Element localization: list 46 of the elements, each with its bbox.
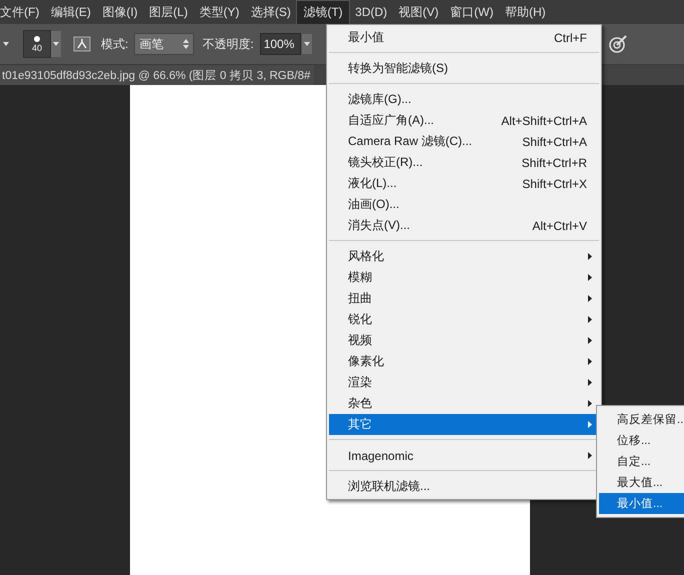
caret-icon [53,42,59,46]
menu-item[interactable]: 液化(L)... Shift+Ctrl+X [327,173,601,194]
menu-item[interactable]: 渲染 [327,372,601,393]
menu-item[interactable]: 位移... [597,430,684,451]
caret-icon [304,42,310,46]
menu-item[interactable]: 转换为智能滤镜(S) [327,58,601,79]
menu-item[interactable]: 锐化 [327,309,601,330]
menu-item[interactable]: 类型(Y) [193,0,246,24]
menu-item[interactable]: 视图(V) [392,0,445,24]
menu-item[interactable]: 消失点(V)... Alt+Ctrl+V [327,215,601,236]
menu-item[interactable]: 视频 [327,330,601,351]
menu-item[interactable]: 扭曲 [327,288,601,309]
menu-item[interactable]: 图像(I) [96,0,144,24]
menu-item[interactable]: 模糊 [327,267,601,288]
menu-item[interactable]: 选择(S) [244,0,297,24]
menu-item[interactable]: 编辑(E) [44,0,97,24]
dropdown-button[interactable] [302,34,312,54]
brush-preset-button[interactable]: 40 [23,30,51,58]
menu-item[interactable]: 其它 [329,414,599,435]
menu-item[interactable]: 镜头校正(R)... Shift+Ctrl+R [327,152,601,173]
mode-label: 模式: [101,36,128,52]
menu-item[interactable]: 自适应广角(A)... Alt+Shift+Ctrl+A [327,110,601,131]
pressure-icon[interactable] [608,34,628,54]
opacity-label: 不透明度: [202,36,254,52]
menu-item[interactable]: 像素化 [327,351,601,372]
menu-item[interactable]: 最小值... [599,493,684,514]
menu-item[interactable]: 油画(O)... [327,194,601,215]
opacity-field[interactable]: 100% [260,33,301,55]
menu-item[interactable]: 帮助(H) [498,0,552,24]
menu-item[interactable]: 滤镜库(G)... [327,89,601,110]
caret-icon[interactable] [3,42,9,46]
dropdown-button[interactable] [51,31,61,57]
menu-item[interactable]: 窗口(W) [444,0,500,24]
menu-item[interactable]: 自定... [597,451,684,472]
up-down-arrows-icon [183,39,190,49]
menu-item[interactable]: Camera Raw 滤镜(C)... Shift+Ctrl+A [327,131,601,152]
document-tab[interactable]: t01e93105df8d93c2eb.jpg @ 66.6% (图层 0 拷贝 3, RGB/8# [0,65,314,85]
menu-item[interactable]: 滤镜(T) [296,0,350,24]
menu-item[interactable]: 图层(L) [143,0,194,24]
menu-item[interactable]: 文件(F) [0,0,46,24]
menu-item[interactable]: 最大值... [597,472,684,493]
menu-item[interactable]: 最小值 Ctrl+F [327,27,601,48]
brush-panel-icon[interactable] [73,36,91,52]
mode-dropdown[interactable]: 画笔 [134,33,194,55]
menu-item[interactable]: 风格化 [327,246,601,267]
menu-item[interactable]: 3D(D) [349,1,394,23]
